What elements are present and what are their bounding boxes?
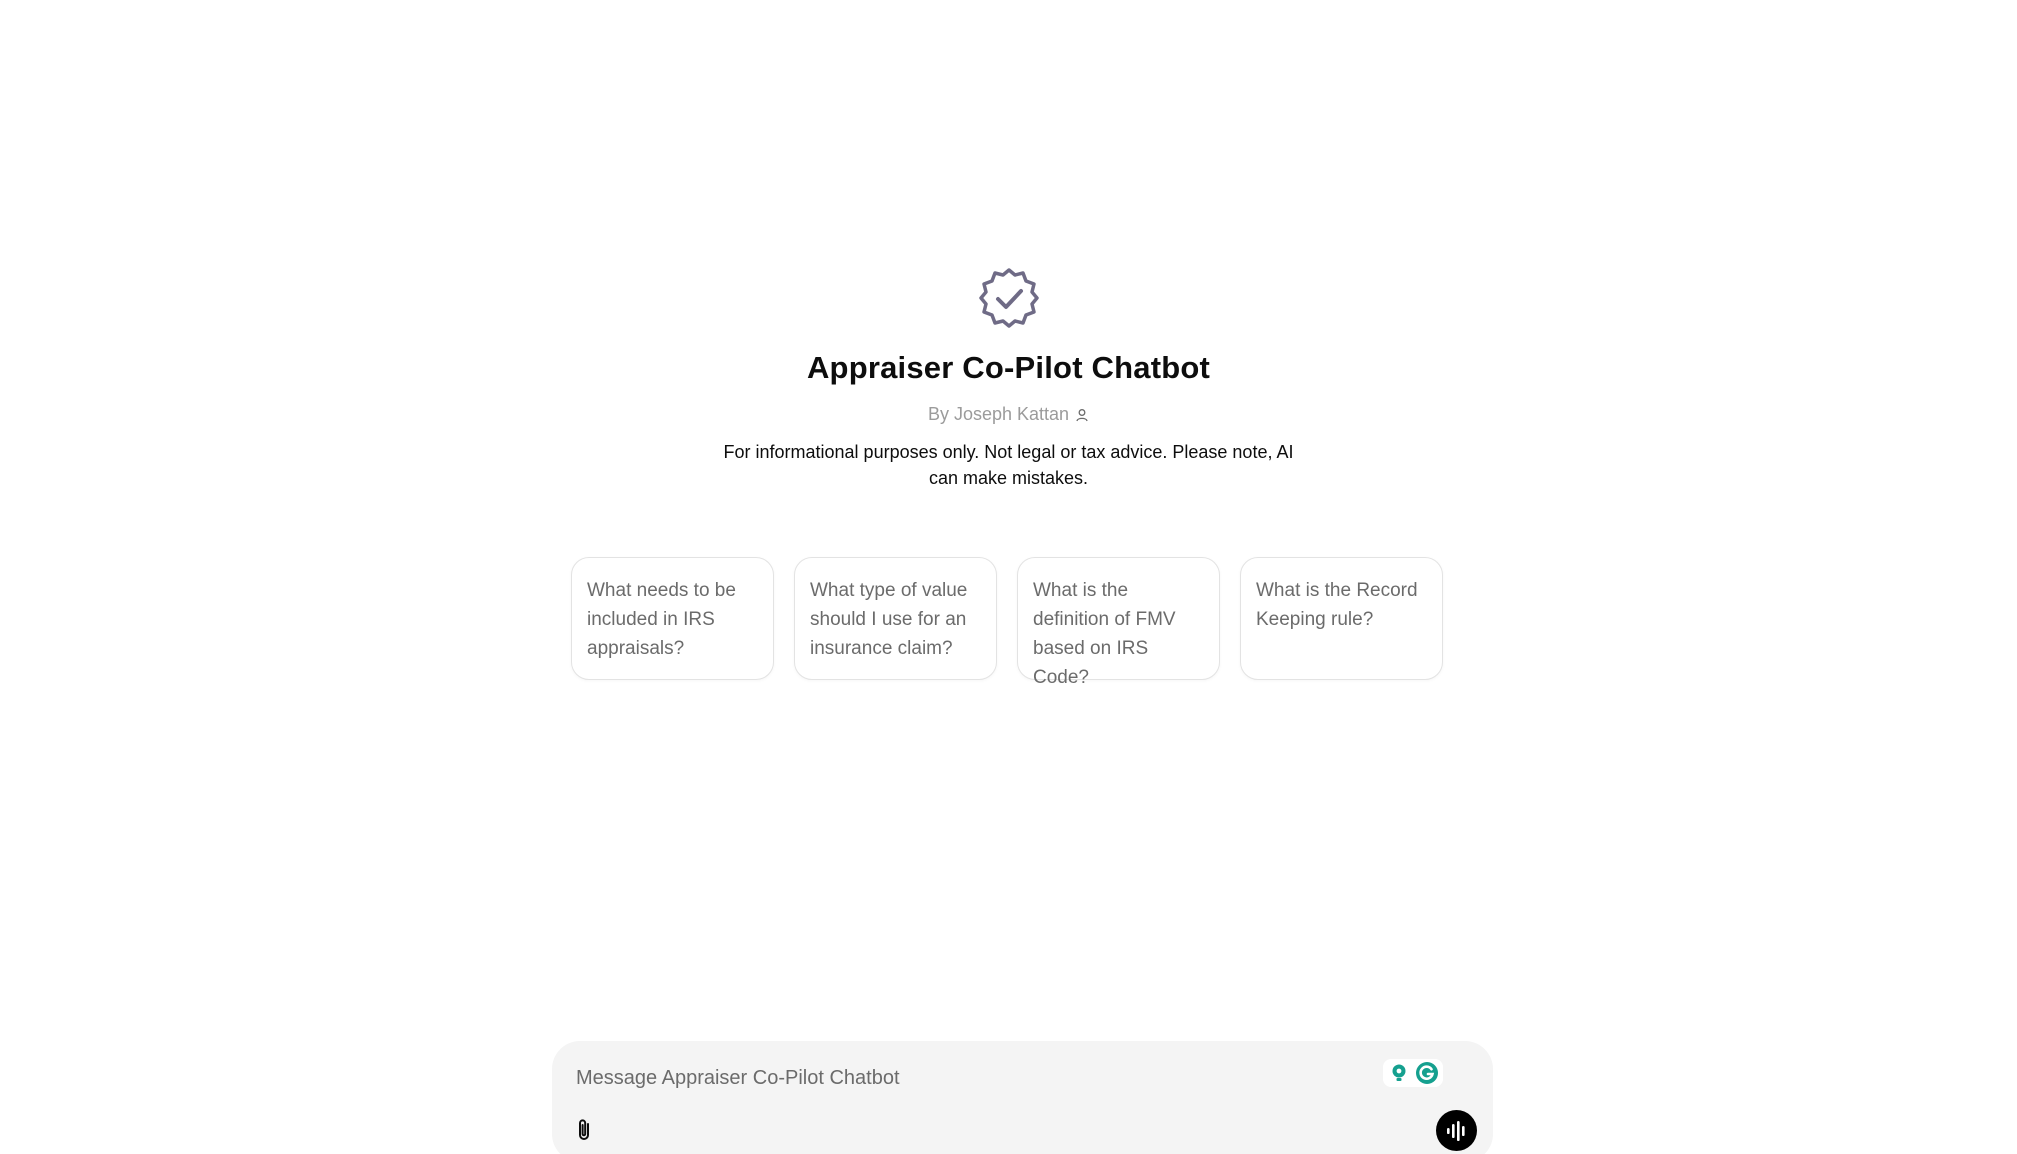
conversation-starters: What needs to be included in IRS apprais…	[571, 557, 1443, 688]
message-composer	[552, 1041, 1493, 1154]
verified-badge-icon	[978, 268, 1039, 328]
voice-mode-button[interactable]	[1436, 1110, 1477, 1151]
message-input[interactable]	[574, 1059, 1378, 1097]
starter-button[interactable]: What is the definition of FMV based on I…	[1017, 557, 1220, 688]
grammarly-icon[interactable]	[1415, 1061, 1439, 1085]
attach-button[interactable]	[568, 1113, 602, 1147]
starter-button[interactable]: What type of value should I use for an i…	[794, 557, 997, 680]
lightbulb-icon[interactable]	[1387, 1061, 1411, 1085]
gpt-title: Appraiser Co-Pilot Chatbot	[806, 350, 1211, 385]
author-name: By Joseph Kattan	[927, 404, 1070, 424]
gpt-description: For informational purposes only. Not leg…	[723, 442, 1294, 488]
gpt-intro: Appraiser Co-Pilot Chatbot By Joseph Kat…	[0, 266, 2017, 491]
person-icon[interactable]	[1075, 408, 1089, 422]
voice-waveform-icon	[1446, 1120, 1465, 1141]
starter-button[interactable]: What needs to be included in IRS apprais…	[571, 557, 774, 680]
starter-button[interactable]: What is the Record Keeping rule?	[1240, 557, 1443, 680]
gpt-byline: By Joseph Kattan	[928, 404, 1089, 425]
paperclip-icon	[579, 1119, 589, 1140]
chat-page: Appraiser Co-Pilot Chatbot By Joseph Kat…	[0, 0, 2017, 1154]
browser-extension-icons	[1383, 1059, 1443, 1087]
